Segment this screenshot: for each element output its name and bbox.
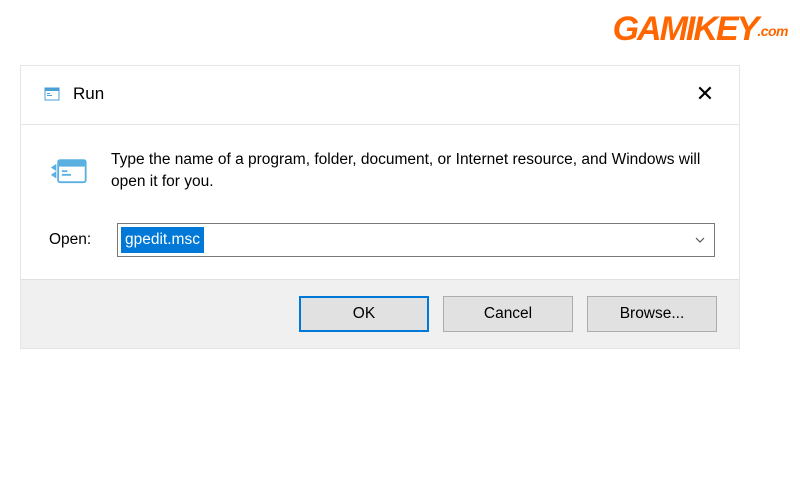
dialog-title: Run [73, 84, 104, 104]
run-program-icon [49, 151, 93, 195]
close-button[interactable]: ✕ [689, 78, 721, 110]
brand-watermark: GAMIKEY.com [613, 12, 788, 46]
close-icon: ✕ [696, 81, 714, 107]
dialog-description: Type the name of a program, folder, docu… [111, 149, 715, 195]
open-input[interactable] [118, 224, 686, 256]
run-dialog: Run ✕ Type the name of a program, folder… [20, 65, 740, 349]
dialog-content: Type the name of a program, folder, docu… [21, 125, 739, 279]
open-combobox[interactable]: gpedit.msc [117, 223, 715, 257]
info-row: Type the name of a program, folder, docu… [49, 149, 715, 195]
open-label: Open: [49, 231, 99, 249]
cancel-button[interactable]: Cancel [443, 296, 573, 332]
watermark-key: KEY [693, 10, 757, 48]
chevron-down-icon [694, 234, 706, 246]
watermark-suffix: .com [757, 23, 788, 39]
browse-button[interactable]: Browse... [587, 296, 717, 332]
ok-button[interactable]: OK [299, 296, 429, 332]
run-title-icon [43, 84, 63, 104]
button-bar: OK Cancel Browse... [21, 279, 739, 348]
watermark-main: GAMI [613, 10, 694, 48]
titlebar: Run ✕ [21, 66, 739, 124]
input-row: Open: gpedit.msc [49, 223, 715, 257]
combobox-dropdown-button[interactable] [686, 224, 714, 256]
titlebar-left: Run [43, 84, 104, 104]
